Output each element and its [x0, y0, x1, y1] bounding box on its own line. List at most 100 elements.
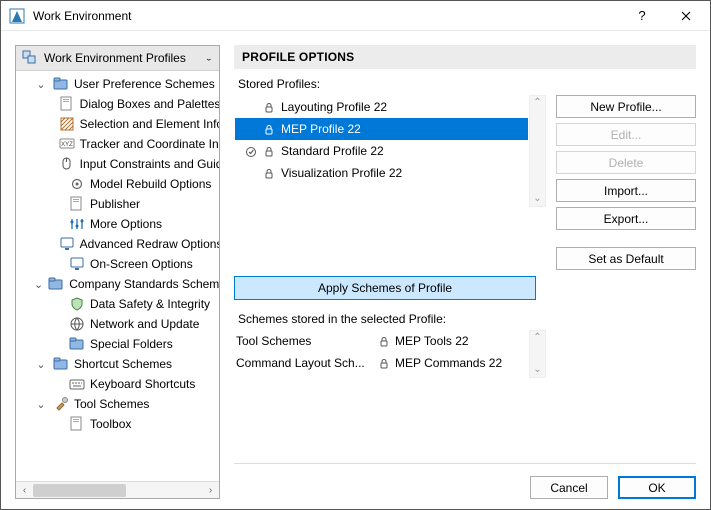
section-heading: PROFILE OPTIONS	[234, 45, 696, 69]
tree-item[interactable]: ⌄ User Preference Schemes	[16, 74, 219, 94]
tree-item-label: Shortcut Schemes	[74, 357, 172, 371]
profile-name: Visualization Profile 22	[281, 166, 402, 180]
set-default-button[interactable]: Set as Default	[556, 247, 696, 270]
right-panel: PROFILE OPTIONS Stored Profiles: Layouti…	[234, 45, 696, 499]
tracker-icon	[59, 136, 75, 152]
rebuild-icon	[69, 176, 85, 192]
scheme-value: MEP Tools 22	[379, 334, 519, 348]
user-scheme-icon	[53, 76, 69, 92]
tree-item-label: Input Constraints and Guides	[80, 157, 219, 171]
onscreen-icon	[69, 256, 85, 272]
tree-twisty[interactable]: ⌄	[34, 398, 48, 411]
tree-item[interactable]: ⌄ Shortcut Schemes	[16, 354, 219, 374]
profile-item[interactable]: Layouting Profile 22	[235, 96, 528, 118]
profile-item[interactable]: Standard Profile 22	[235, 140, 528, 162]
close-button[interactable]	[666, 1, 706, 31]
tree-item-label: More Options	[90, 217, 162, 231]
tree-item[interactable]: ·Input Constraints and Guides	[16, 154, 219, 174]
shortcut-icon	[53, 356, 69, 372]
scheme-row[interactable]: Tool SchemesMEP Tools 22	[234, 330, 519, 352]
tree-item-label: Model Rebuild Options	[90, 177, 211, 191]
tree-item-label: User Preference Schemes	[74, 77, 215, 91]
selection-icon	[59, 116, 75, 132]
folders-icon	[69, 336, 85, 352]
tree-item[interactable]: ·Publisher	[16, 194, 219, 214]
tree-item-label: Network and Update	[90, 317, 199, 331]
tree-panel: Work Environment Profiles ⌄ ⌄ User Prefer…	[15, 45, 220, 499]
new-profile-button[interactable]: New Profile...	[556, 95, 696, 118]
tree-item[interactable]: ·Advanced Redraw Options	[16, 234, 219, 254]
tree-item-label: Tool Schemes	[74, 397, 149, 411]
scheme-name: Command Layout Sch...	[234, 356, 379, 370]
company-icon	[48, 276, 64, 292]
tree-item-label: Tracker and Coordinate Input	[80, 137, 219, 151]
scheme-name: Tool Schemes	[234, 334, 379, 348]
tree-item-label: Toolbox	[90, 417, 131, 431]
tree-item[interactable]: ·Special Folders	[16, 334, 219, 354]
vertical-scrollbar[interactable]: ⌃⌄	[529, 95, 546, 207]
tree-twisty[interactable]: ⌄	[34, 358, 48, 371]
lock-icon	[263, 101, 275, 113]
profiles-icon	[22, 50, 38, 66]
default-marker-icon	[245, 145, 257, 157]
publisher-icon	[69, 196, 85, 212]
edit-button: Edit...	[556, 123, 696, 146]
schemes-stored-label: Schemes stored in the selected Profile:	[234, 308, 696, 330]
lock-icon	[263, 123, 275, 135]
tree-item[interactable]: ·Network and Update	[16, 314, 219, 334]
scheme-row[interactable]: Command Layout Sch...MEP Commands 22	[234, 352, 519, 374]
window-title: Work Environment	[33, 9, 131, 23]
tree-item-label: Special Folders	[90, 337, 173, 351]
redraw-icon	[59, 236, 75, 252]
cancel-button[interactable]: Cancel	[530, 476, 608, 499]
schemes-table[interactable]: Tool SchemesMEP Tools 22Command Layout S…	[234, 330, 519, 378]
tree-item[interactable]: ·On-Screen Options	[16, 254, 219, 274]
tree-twisty[interactable]: ⌄	[34, 278, 43, 291]
tree-item[interactable]: ·Data Safety & Integrity	[16, 294, 219, 314]
scroll-right-arrow[interactable]: ›	[202, 482, 219, 499]
tree[interactable]: ⌄ User Preference Schemes ·Dialog Boxes an…	[16, 71, 219, 481]
tree-item[interactable]: ·More Options	[16, 214, 219, 234]
lock-icon	[263, 145, 275, 157]
input-icon	[59, 156, 75, 172]
tree-item[interactable]: ·Selection and Element Information	[16, 114, 219, 134]
lock-icon	[263, 167, 275, 179]
export-button[interactable]: Export...	[556, 207, 696, 230]
title-bar: Work Environment ?	[1, 1, 710, 31]
profile-item[interactable]: MEP Profile 22	[235, 118, 528, 140]
tree-item[interactable]: ·Toolbox	[16, 414, 219, 434]
help-button[interactable]: ?	[622, 1, 662, 31]
app-icon	[9, 8, 25, 24]
tool-icon	[53, 396, 69, 412]
tree-item[interactable]: ·Dialog Boxes and Palettes	[16, 94, 219, 114]
profiles-list[interactable]: Layouting Profile 22 MEP Profile 22 Standa…	[234, 95, 529, 270]
scrollbar-thumb[interactable]	[33, 484, 126, 497]
tree-item-label: Publisher	[90, 197, 140, 211]
network-icon	[69, 316, 85, 332]
tree-item-label: Selection and Element Information	[80, 117, 219, 131]
scheme-value: MEP Commands 22	[379, 356, 519, 370]
scroll-left-arrow[interactable]: ‹	[16, 482, 33, 499]
import-button[interactable]: Import...	[556, 179, 696, 202]
apply-schemes-button[interactable]: Apply Schemes of Profile	[234, 276, 536, 300]
toolbox-icon	[69, 416, 85, 432]
tree-item[interactable]: ⌄ Company Standards Schemes	[16, 274, 219, 294]
profile-item[interactable]: Visualization Profile 22	[235, 162, 528, 184]
keyboard-icon	[69, 376, 85, 392]
vertical-scrollbar[interactable]: ⌃⌄	[529, 330, 546, 378]
tree-item[interactable]: ·Tracker and Coordinate Input	[16, 134, 219, 154]
tree-item-label: Dialog Boxes and Palettes	[80, 97, 219, 111]
tree-header-label: Work Environment Profiles	[44, 51, 186, 65]
tree-item[interactable]: ⌄ Tool Schemes	[16, 394, 219, 414]
chevron-down-icon: ⌄	[205, 54, 213, 62]
tree-header[interactable]: Work Environment Profiles ⌄	[16, 46, 219, 71]
tree-item[interactable]: ·Keyboard Shortcuts	[16, 374, 219, 394]
ok-button[interactable]: OK	[618, 476, 696, 499]
tree-twisty[interactable]: ⌄	[34, 78, 48, 91]
horizontal-scrollbar[interactable]: ‹ ›	[16, 481, 219, 498]
profile-name: MEP Profile 22	[281, 122, 361, 136]
tree-item-label: Company Standards Schemes	[69, 277, 219, 291]
tree-item[interactable]: ·Model Rebuild Options	[16, 174, 219, 194]
more-icon	[69, 216, 85, 232]
safety-icon	[69, 296, 85, 312]
